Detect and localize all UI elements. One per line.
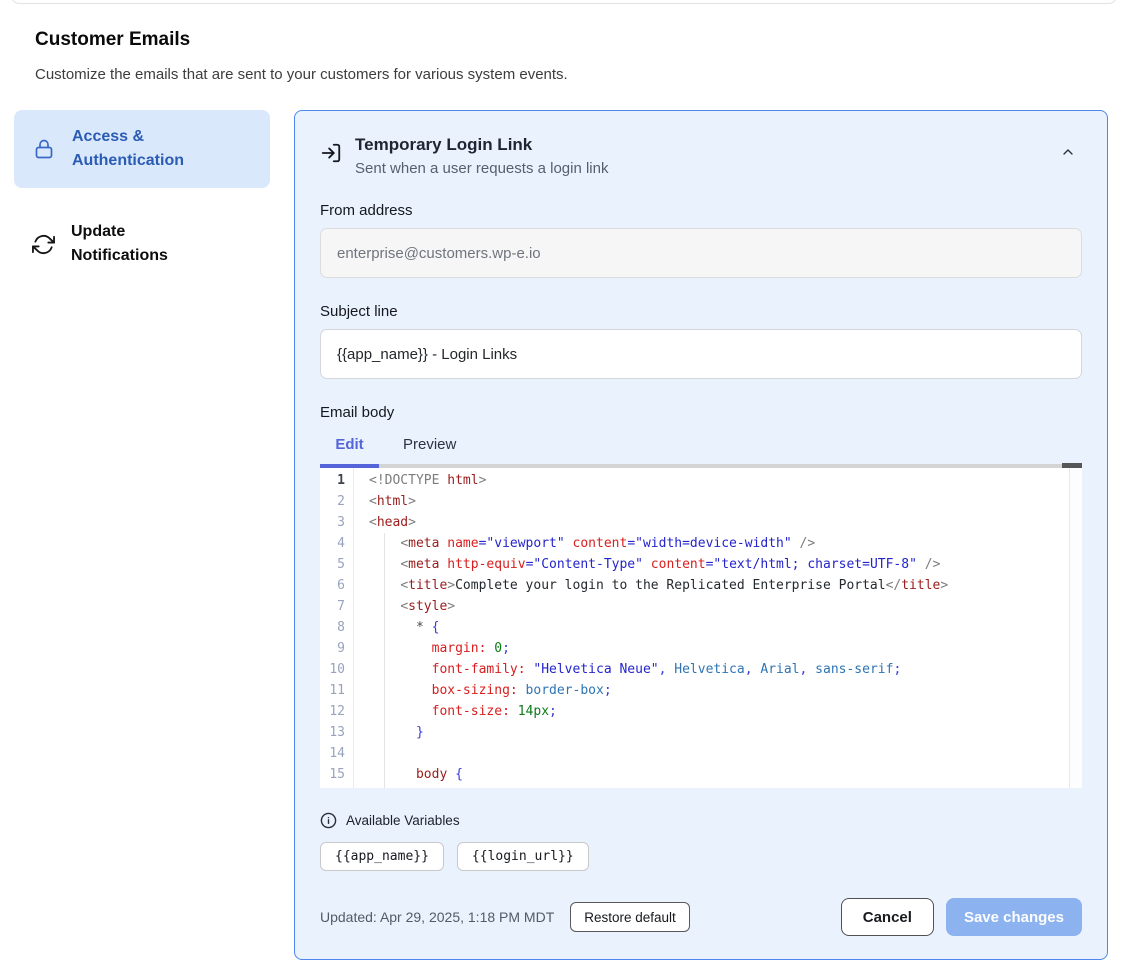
code-text: <head> (345, 512, 416, 533)
page-title: Customer Emails (35, 29, 190, 51)
code-text: box-sizing: border-box; (345, 680, 612, 701)
temporary-login-link-card: Temporary Login Link Sent when a user re… (294, 110, 1108, 960)
code-text: margin: 0; (345, 638, 510, 659)
sidebar-item-label: Update Notifications (71, 220, 221, 268)
available-variables-label: Available Variables (346, 813, 460, 828)
code-text: font-family: "Helvetica Neue", Helvetica… (345, 659, 901, 680)
tab-bar-filler (478, 436, 1082, 468)
line-number: 11 (320, 680, 345, 701)
code-line[interactable]: 14 (320, 743, 1082, 764)
code-text: <title>Complete your login to the Replic… (345, 575, 948, 596)
line-number: 1 (320, 470, 345, 491)
cancel-button[interactable]: Cancel (841, 898, 934, 936)
save-changes-button[interactable]: Save changes (946, 898, 1082, 936)
updated-timestamp: Updated: Apr 29, 2025, 1:18 PM MDT (320, 909, 554, 925)
code-line[interactable]: 13 } (320, 722, 1082, 743)
line-number: 16 (320, 785, 345, 788)
code-text: } (345, 722, 424, 743)
email-body-label: Email body (320, 404, 1082, 421)
line-number: 14 (320, 743, 345, 764)
line-number: 7 (320, 596, 345, 617)
line-number: 2 (320, 491, 345, 512)
card-title: Temporary Login Link (355, 135, 608, 155)
tab-edit[interactable]: Edit (320, 436, 379, 468)
code-line[interactable]: 9 margin: 0; (320, 638, 1082, 659)
code-text: <style> (345, 596, 455, 617)
tab-preview[interactable]: Preview (379, 436, 478, 468)
sidebar-item-update-notifications[interactable]: Update Notifications (14, 210, 270, 278)
code-line[interactable]: 4 <meta name="viewport" content="width=d… (320, 533, 1082, 554)
code-line[interactable]: 3<head> (320, 512, 1082, 533)
code-text: <html> (345, 491, 416, 512)
email-body-tabs: Edit Preview (320, 436, 1082, 468)
available-variables-header: Available Variables (320, 812, 1082, 829)
previous-card-bottom-edge (10, 0, 1118, 4)
collapse-section-button[interactable] (1060, 144, 1076, 160)
code-line[interactable]: 16 background-color: #f6f9fc; (320, 785, 1082, 788)
variable-chips: {{app_name}} {{login_url}} (320, 842, 1082, 871)
code-line[interactable]: 7 <style> (320, 596, 1082, 617)
code-line[interactable]: 11 box-sizing: border-box; (320, 680, 1082, 701)
code-text (345, 743, 369, 764)
sidebar-item-access-authentication[interactable]: Access & Authentication (14, 110, 270, 188)
line-number: 5 (320, 554, 345, 575)
code-line[interactable]: 10 font-family: "Helvetica Neue", Helvet… (320, 659, 1082, 680)
code-text: body { (345, 764, 463, 785)
from-address-label: From address (320, 202, 1082, 219)
card-header-text: Temporary Login Link Sent when a user re… (355, 135, 608, 177)
code-line[interactable]: 15 body { (320, 764, 1082, 785)
line-number: 3 (320, 512, 345, 533)
code-line[interactable]: 2<html> (320, 491, 1082, 512)
login-icon (320, 142, 342, 164)
sidebar-item-label: Access & Authentication (72, 125, 222, 173)
code-line[interactable]: 12 font-size: 14px; (320, 701, 1082, 722)
card-header: Temporary Login Link Sent when a user re… (320, 135, 1082, 177)
lock-icon (32, 137, 56, 161)
restore-default-button[interactable]: Restore default (570, 902, 690, 932)
code-text: font-size: 14px; (345, 701, 557, 722)
code-text: <meta name="viewport" content="width=dev… (345, 533, 815, 554)
info-icon[interactable] (320, 812, 337, 829)
email-types-sidebar: Access & Authentication Update Notificat… (14, 110, 270, 278)
line-number: 8 (320, 617, 345, 638)
line-number: 10 (320, 659, 345, 680)
email-body-code-editor[interactable]: 1<!DOCTYPE html>2<html>3<head>4 <meta na… (320, 468, 1082, 788)
code-text: * { (345, 617, 439, 638)
editor-vertical-scrollbar[interactable] (1069, 468, 1082, 788)
page-subtitle: Customize the emails that are sent to yo… (35, 66, 568, 83)
subject-line-label: Subject line (320, 303, 1082, 320)
code-line[interactable]: 5 <meta http-equiv="Content-Type" conten… (320, 554, 1082, 575)
card-subtitle: Sent when a user requests a login link (355, 160, 608, 177)
chevron-up-icon (1060, 144, 1076, 160)
variable-chip-app-name[interactable]: {{app_name}} (320, 842, 444, 871)
refresh-icon (32, 233, 55, 256)
line-number: 15 (320, 764, 345, 785)
code-lines: 1<!DOCTYPE html>2<html>3<head>4 <meta na… (320, 468, 1082, 788)
line-number: 6 (320, 575, 345, 596)
line-number: 9 (320, 638, 345, 659)
code-line[interactable]: 8 * { (320, 617, 1082, 638)
from-address-input (320, 228, 1082, 278)
line-number: 12 (320, 701, 345, 722)
code-line[interactable]: 6 <title>Complete your login to the Repl… (320, 575, 1082, 596)
line-number: 4 (320, 533, 345, 554)
code-text: <!DOCTYPE html> (345, 470, 486, 491)
variable-chip-login-url[interactable]: {{login_url}} (457, 842, 589, 871)
code-text: background-color: #f6f9fc; (345, 785, 635, 788)
code-text: <meta http-equiv="Content-Type" content=… (345, 554, 940, 575)
card-footer: Updated: Apr 29, 2025, 1:18 PM MDT Resto… (320, 898, 1082, 936)
subject-line-input[interactable] (320, 329, 1082, 379)
line-number: 13 (320, 722, 345, 743)
code-line[interactable]: 1<!DOCTYPE html> (320, 470, 1082, 491)
